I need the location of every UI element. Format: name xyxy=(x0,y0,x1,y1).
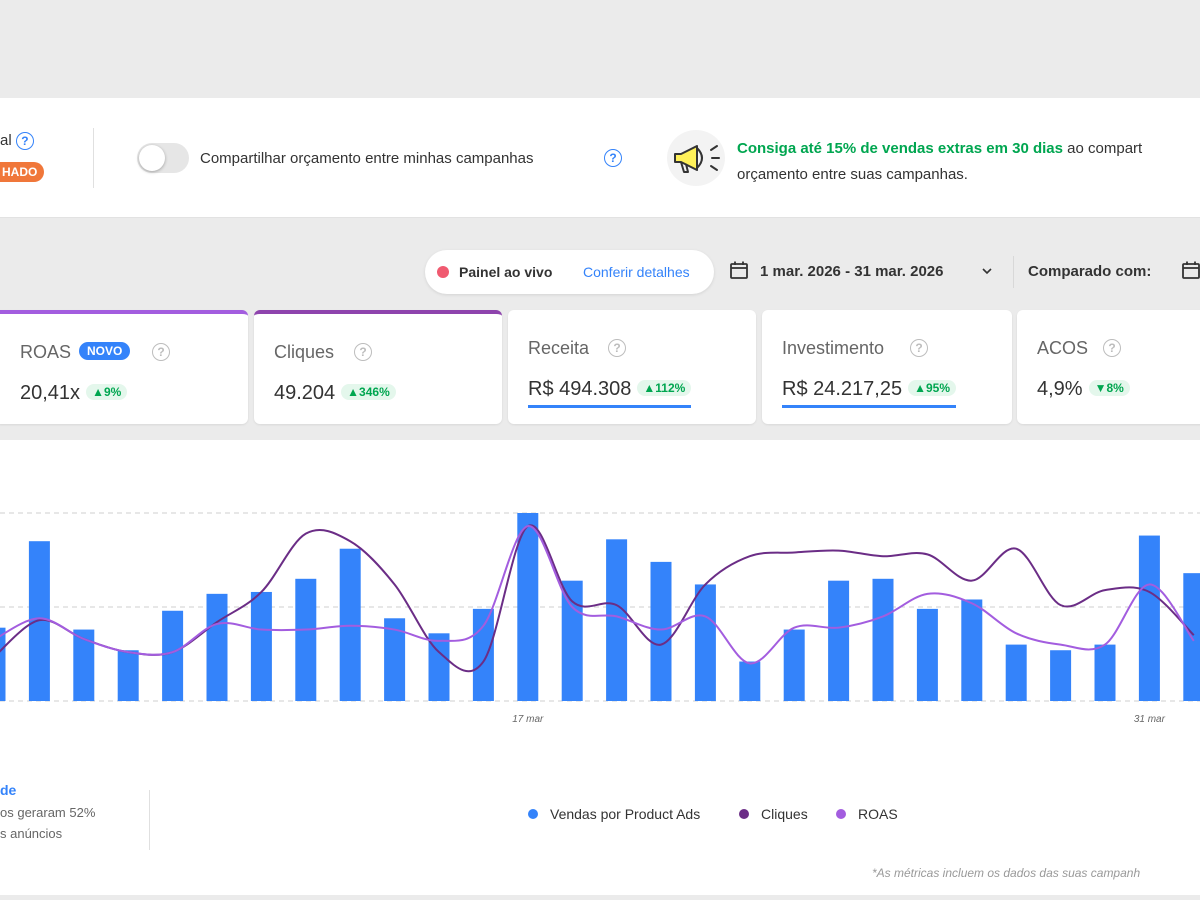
legend-swatch xyxy=(836,809,846,819)
legend-item-cliques[interactable]: Cliques xyxy=(739,806,808,822)
bar[interactable] xyxy=(517,513,539,701)
bar[interactable] xyxy=(206,593,228,701)
promo-highlight: Consiga até 15% de vendas extras em 30 d… xyxy=(737,140,1063,157)
kpi-help-icon[interactable]: ? xyxy=(354,343,372,361)
bar[interactable] xyxy=(1005,644,1027,701)
live-details-link[interactable]: Conferir detalhes xyxy=(583,264,690,280)
kpi-value-text: 49.204 xyxy=(274,382,336,404)
insight-line-1: os geraram 52% xyxy=(0,805,96,820)
kpi-delta: ▲95% xyxy=(908,379,957,396)
kpi-card-cliques[interactable]: Cliques ? 49.204 ▲346% xyxy=(254,310,502,424)
toggle-knob xyxy=(139,145,165,171)
kpi-value-text: R$ 24.217,25 xyxy=(782,378,903,400)
divider xyxy=(149,790,150,850)
x-tick-label: 31 mar xyxy=(1134,714,1166,725)
promo-text: Consiga até 15% de vendas extras em 30 d… xyxy=(737,136,1200,188)
date-range-picker[interactable]: 1 mar. 2026 - 31 mar. 2026 xyxy=(760,263,943,280)
kpi-value: R$ 24.217,25 ▲95% xyxy=(782,378,957,408)
promo-line2: orçamento entre suas campanhas. xyxy=(737,166,968,183)
kpi-help-icon[interactable]: ? xyxy=(910,339,928,357)
bar[interactable] xyxy=(650,561,672,701)
chevron-down-icon[interactable] xyxy=(980,264,994,278)
bar[interactable] xyxy=(694,584,716,701)
bar[interactable] xyxy=(1094,644,1116,701)
legend-label: ROAS xyxy=(858,806,898,822)
kpi-delta: ▲112% xyxy=(637,379,692,396)
bar[interactable] xyxy=(606,539,628,701)
bar[interactable] xyxy=(739,661,761,701)
bar[interactable] xyxy=(961,599,983,701)
kpi-value: R$ 494.308 ▲112% xyxy=(528,378,692,408)
legend-swatch xyxy=(739,809,749,819)
budget-help-icon[interactable]: ? xyxy=(15,132,34,151)
insight-line-2: s anúncios xyxy=(0,826,63,841)
kpi-card-investimento[interactable]: Investimento ? R$ 24.217,25 ▲95% xyxy=(762,310,1012,424)
x-tick-label: 17 mar xyxy=(512,714,544,725)
kpi-value: 49.204 ▲346% xyxy=(274,382,396,405)
compare-calendar-icon[interactable] xyxy=(1181,260,1200,280)
kpi-card-acos[interactable]: ACOS ? 4,9% ▼8% xyxy=(1017,310,1200,424)
kpi-label: Investimento xyxy=(782,338,885,358)
kpi-value-text: 20,41x xyxy=(20,382,81,404)
promo-rest: ao compart xyxy=(1063,140,1143,157)
kpi-delta: ▲9% xyxy=(86,383,128,400)
kpi-label: ROAS NOVO xyxy=(20,342,131,363)
insight-title[interactable]: de xyxy=(0,782,16,798)
live-dot-icon xyxy=(437,266,449,278)
bar[interactable] xyxy=(162,610,184,701)
legend-label: Vendas por Product Ads xyxy=(550,806,701,822)
live-panel-label: Painel ao vivo xyxy=(459,264,553,280)
bar[interactable] xyxy=(828,580,850,701)
kpi-delta: ▼8% xyxy=(1088,379,1130,396)
live-panel-pill: Painel ao vivo Conferir detalhes xyxy=(425,250,714,294)
kpi-help-icon[interactable]: ? xyxy=(152,343,170,361)
bar[interactable] xyxy=(872,578,894,701)
status-badge: HADO xyxy=(0,162,44,182)
new-badge: NOVO xyxy=(79,342,131,361)
insight-text: os geraram 52% s anúncios xyxy=(0,802,95,844)
top-band xyxy=(0,0,1200,98)
bar[interactable] xyxy=(0,627,6,701)
kpi-card-receita[interactable]: Receita ? R$ 494.308 ▲112% xyxy=(508,310,756,424)
kpi-value: 20,41x ▲9% xyxy=(20,382,128,405)
performance-chart: 17 mar 31 mar xyxy=(0,512,1200,725)
bar[interactable] xyxy=(250,591,272,701)
legend-item-vendas[interactable]: Vendas por Product Ads xyxy=(528,806,700,822)
legend-swatch xyxy=(528,809,538,819)
bar[interactable] xyxy=(117,650,139,701)
kpi-help-icon[interactable]: ? xyxy=(1103,339,1121,357)
budget-cut-label: al ? xyxy=(0,132,34,151)
kpi-label: Receita xyxy=(528,338,590,358)
kpi-help-icon[interactable]: ? xyxy=(608,339,626,357)
bar[interactable] xyxy=(73,629,95,701)
footnote: *As métricas incluem os dados das suas c… xyxy=(872,866,1141,880)
bar[interactable] xyxy=(783,629,805,701)
kpi-value: 4,9% ▼8% xyxy=(1037,378,1130,401)
share-budget-toggle[interactable] xyxy=(137,143,189,173)
share-budget-help-icon[interactable]: ? xyxy=(604,149,622,167)
kpi-label: Cliques xyxy=(274,342,335,362)
megaphone-icon xyxy=(667,130,725,186)
bar[interactable] xyxy=(561,580,583,701)
legend-item-roas[interactable]: ROAS xyxy=(836,806,898,822)
calendar-icon[interactable] xyxy=(729,260,749,280)
bar[interactable] xyxy=(1138,535,1160,701)
kpi-card-roas[interactable]: ROAS NOVO ? 20,41x ▲9% xyxy=(0,310,248,424)
bar[interactable] xyxy=(916,608,938,701)
bar[interactable] xyxy=(295,578,317,701)
compare-label: Comparado com: xyxy=(1028,263,1152,280)
kpi-label-text: ROAS xyxy=(20,342,72,362)
kpi-value-text: 4,9% xyxy=(1037,378,1083,400)
kpi-label: ACOS xyxy=(1037,338,1089,358)
budget-label-text: al xyxy=(0,132,12,149)
divider xyxy=(1013,256,1014,288)
share-budget-label: Compartilhar orçamento entre minhas camp… xyxy=(200,150,534,167)
bar[interactable] xyxy=(1050,650,1072,701)
kpi-delta: ▲346% xyxy=(341,383,396,400)
legend-label: Cliques xyxy=(761,806,808,822)
bar[interactable] xyxy=(472,608,494,701)
divider xyxy=(93,128,94,188)
kpi-value-text: R$ 494.308 xyxy=(528,378,632,400)
